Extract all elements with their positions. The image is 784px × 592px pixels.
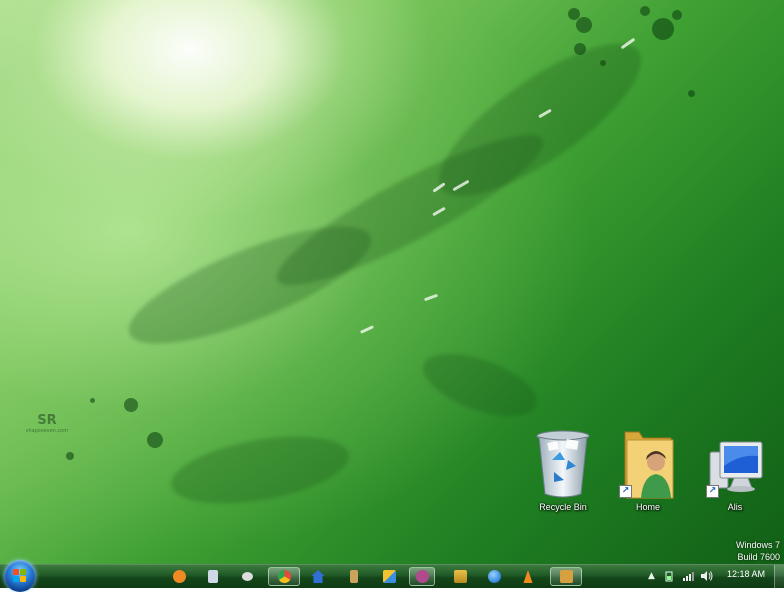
taskbar-item-webcam[interactable] — [234, 567, 260, 586]
desktop-icon-recycle-bin[interactable]: Recycle Bin — [526, 428, 600, 512]
recycle-bin-label: Recycle Bin — [539, 502, 587, 512]
blender-icon — [172, 570, 186, 583]
picture-icon — [382, 570, 396, 583]
taskbar-item-home[interactable] — [305, 567, 331, 586]
taskbar-item-network[interactable] — [481, 567, 507, 586]
show-hidden-icons-arrow[interactable]: ▲ — [648, 571, 655, 581]
windows-logo-icon — [13, 569, 27, 583]
computer-label: Alis — [727, 502, 743, 512]
show-desktop-button[interactable] — [774, 565, 784, 588]
document-icon — [208, 570, 218, 583]
desktop-icon-computer[interactable]: ↗ Alis — [698, 428, 772, 512]
taskbar: ▲ 12:18 AM — [0, 560, 784, 592]
desktop-icon-home[interactable]: ↗ Home — [611, 428, 685, 512]
user-folder-icon: ↗ — [617, 428, 679, 500]
os-name: Windows 7 — [735, 540, 780, 550]
taskbar-item-chrome[interactable] — [268, 567, 300, 586]
media-tool-icon — [559, 570, 573, 583]
network-signal-icon[interactable] — [683, 571, 694, 584]
volume-icon[interactable] — [701, 571, 713, 584]
paint-brush-icon — [350, 570, 358, 583]
wallpaper-watermark: SR shapeseven.com — [22, 413, 72, 435]
taskbar-item-picture[interactable] — [376, 567, 402, 586]
watermark-text: shapeseven.com — [25, 428, 69, 434]
taskbar-item-explorer[interactable] — [447, 567, 473, 586]
taskbar-item-document[interactable] — [200, 567, 226, 586]
battery-icon[interactable] — [664, 571, 674, 585]
clock[interactable]: 12:18 AM — [726, 569, 766, 579]
network-globe-icon — [487, 570, 501, 583]
recycle-bin-icon — [532, 428, 594, 500]
watermark-logo: SR — [37, 413, 57, 428]
vlc-cone-icon — [523, 570, 533, 583]
windows-explorer-icon — [453, 570, 467, 583]
taskbar-item-vlc[interactable] — [515, 567, 541, 586]
home-label: Home — [635, 502, 660, 512]
webcam-icon — [241, 572, 253, 581]
chrome-icon — [277, 570, 291, 583]
taskbar-item-blender[interactable] — [166, 567, 192, 586]
os-build: Build 7600 — [737, 552, 780, 562]
shortcut-arrow-icon: ↗ — [706, 485, 719, 498]
desktop-wallpaper: SR shapeseven.com Recycle Bin ↗ Home ↗ A… — [0, 0, 784, 564]
os-build-watermark: Windows 7 Build 7600 — [736, 539, 780, 563]
taskbar-item-media-tool[interactable] — [550, 567, 582, 586]
shortcut-arrow-icon: ↗ — [619, 485, 632, 498]
tool-icon — [415, 570, 429, 583]
taskbar-item-tool[interactable] — [409, 567, 435, 586]
taskbar-item-paint[interactable] — [341, 567, 367, 586]
house-icon — [311, 570, 325, 583]
start-button[interactable] — [4, 560, 36, 592]
computer-monitor-icon: ↗ — [704, 428, 766, 500]
